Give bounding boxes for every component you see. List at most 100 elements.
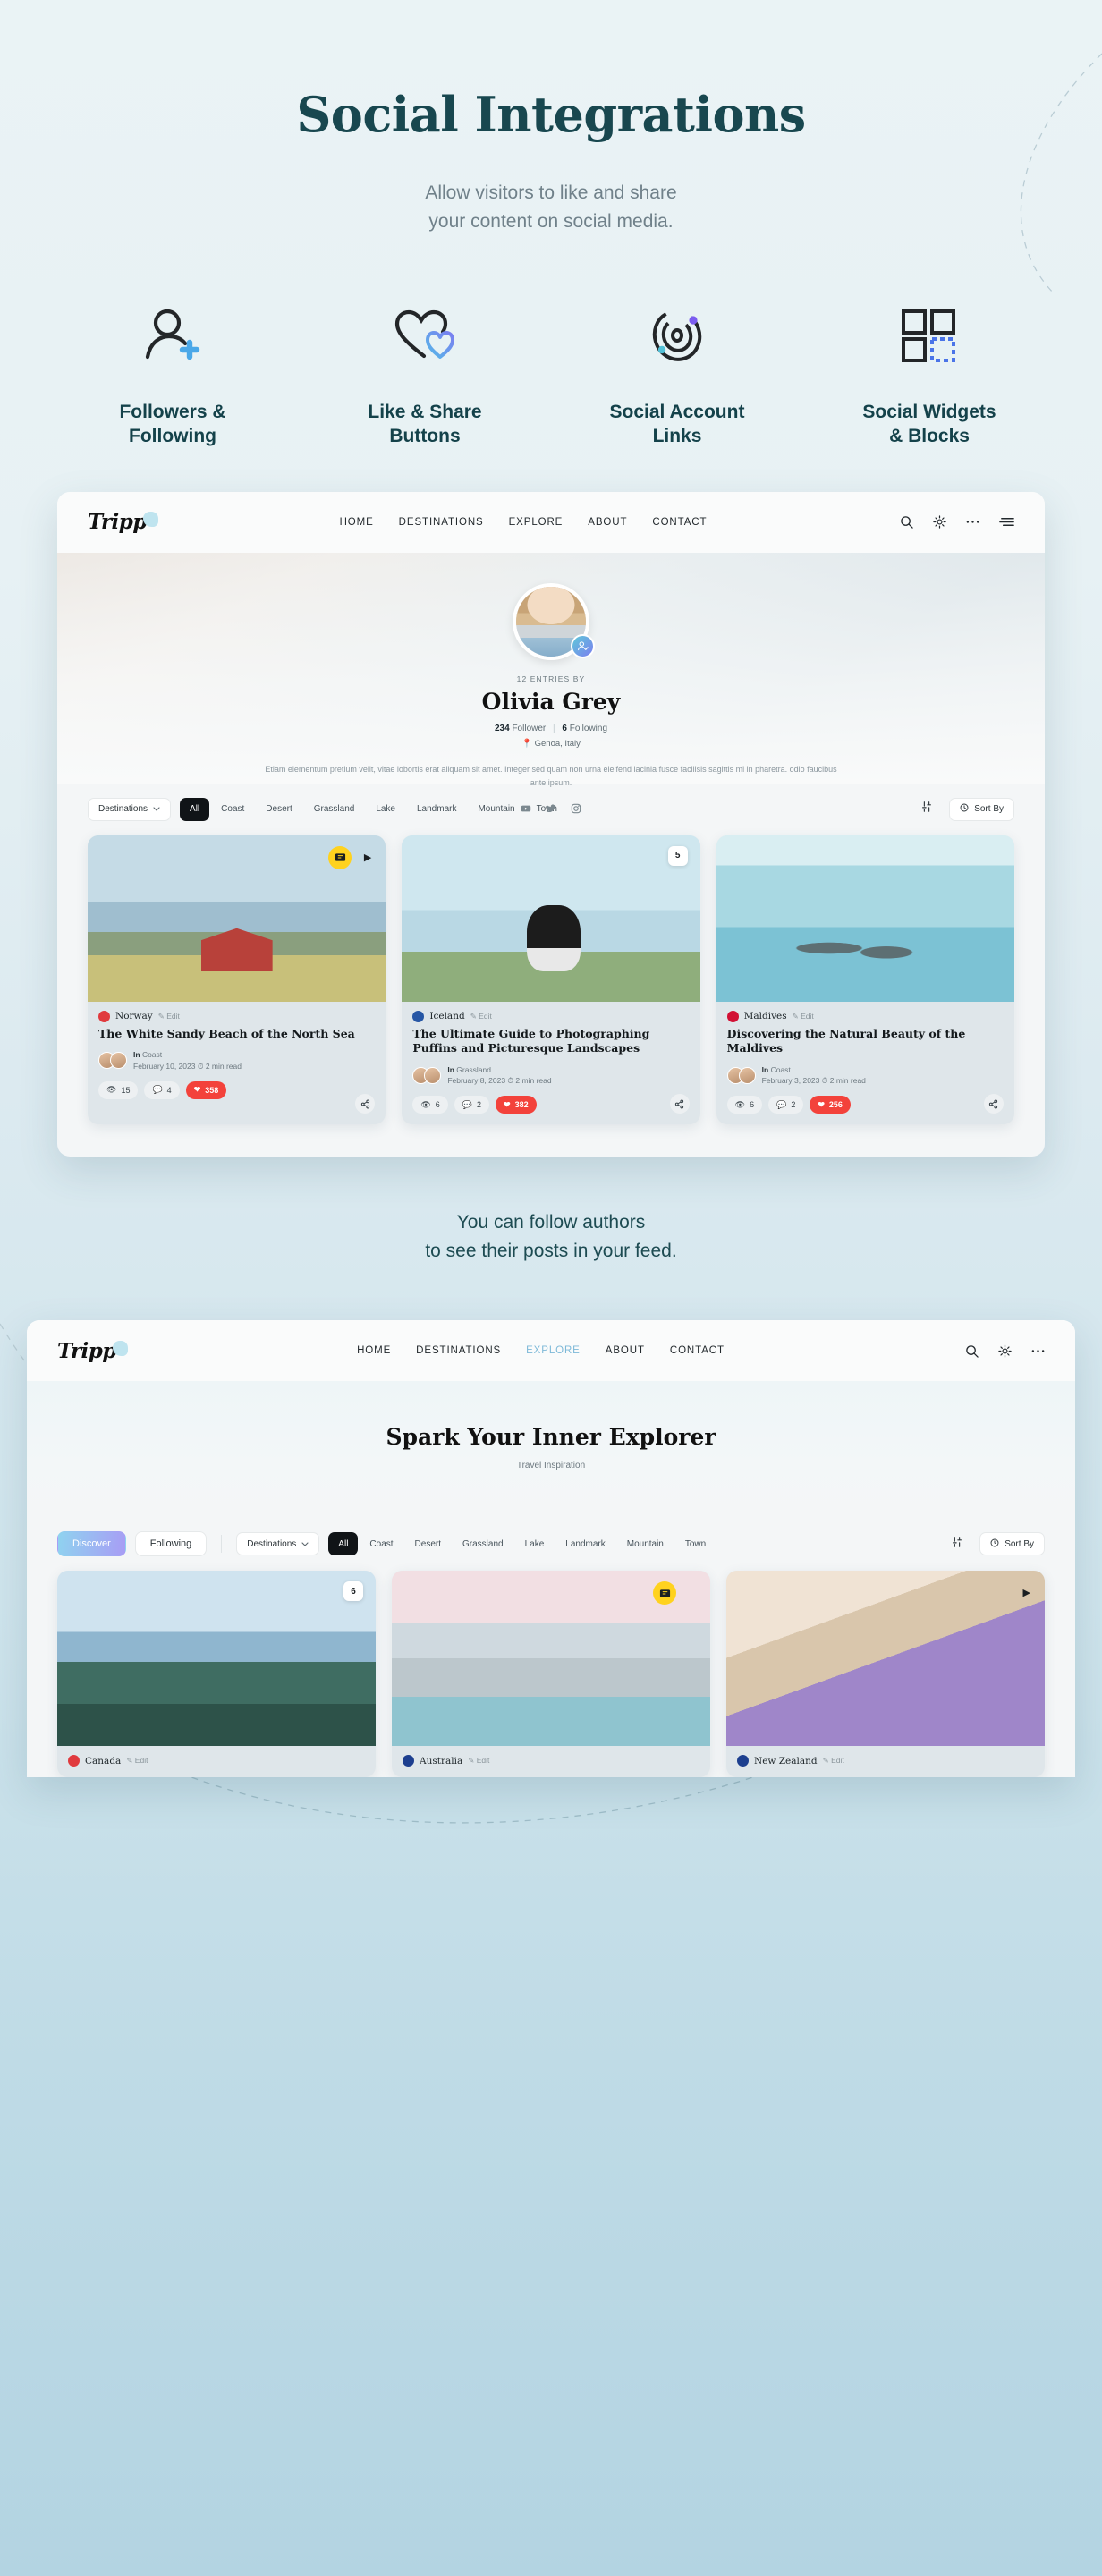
- country-flag-icon: [68, 1755, 80, 1767]
- mock2-chip-mountain[interactable]: Mountain: [617, 1532, 674, 1555]
- card-photo: ▶: [726, 1571, 1045, 1747]
- card-category[interactable]: Coast: [771, 1065, 791, 1074]
- mock2-navbar: Tripp HOME DESTINATIONS EXPLORE ABOUT CONTAC…: [27, 1320, 1075, 1382]
- article-card[interactable]: Maldives ✎ Edit Discovering the Natural Be…: [716, 835, 1014, 1125]
- tab-discover[interactable]: Discover: [57, 1531, 126, 1557]
- youtube-icon[interactable]: [521, 802, 531, 818]
- mock2-chip-all[interactable]: All: [328, 1532, 359, 1556]
- article-card[interactable]: ▶ New Zealand ✎ Edit: [726, 1571, 1045, 1778]
- edit-button[interactable]: ✎ Edit: [126, 1756, 148, 1766]
- mock2-category-chips: All Coast Desert Grassland Lake Landmark Mount…: [328, 1532, 716, 1556]
- mock2-chip-landmark[interactable]: Landmark: [555, 1532, 615, 1555]
- country-flag-icon: [403, 1755, 414, 1767]
- caption-line-2: to see their posts in your feed.: [425, 1240, 677, 1261]
- feature-followers-following[interactable]: Followers & Following: [47, 300, 299, 449]
- likes-stat[interactable]: ❤ 256: [810, 1096, 851, 1114]
- destinations-dropdown[interactable]: Destinations: [236, 1532, 320, 1556]
- feature-list: Followers & Following Like & Share Butto…: [0, 300, 1102, 449]
- views-stat[interactable]: 👁 6: [412, 1096, 448, 1114]
- card-country-row: Norway ✎ Edit: [98, 1010, 375, 1022]
- ticket-badge-icon[interactable]: [653, 1581, 676, 1606]
- mock1-article-grid: ▶ Norway ✎ Edit The White Sandy Beach of th…: [57, 835, 1045, 1157]
- feature-social-account-links[interactable]: Social Account Links: [551, 300, 803, 449]
- edit-button[interactable]: ✎ Edit: [793, 1012, 814, 1021]
- tab-following[interactable]: Following: [134, 1531, 208, 1557]
- instagram-icon[interactable]: [571, 802, 581, 818]
- edit-button[interactable]: ✎ Edit: [470, 1012, 492, 1021]
- menu-icon[interactable]: [999, 516, 1014, 528]
- ticket-badge-icon[interactable]: [328, 845, 352, 869]
- hero-subtitle: Travel Inspiration: [516, 1461, 586, 1471]
- more-dots-icon[interactable]: [1031, 1349, 1045, 1353]
- mock2-nav-about[interactable]: ABOUT: [606, 1345, 645, 1356]
- clock-icon: [990, 1538, 999, 1550]
- mock1-nav-explore[interactable]: EXPLORE: [509, 517, 564, 528]
- comments-stat[interactable]: 💬 4: [144, 1080, 180, 1099]
- likes-stat[interactable]: ❤ 382: [496, 1096, 537, 1114]
- brand-logo[interactable]: Tripp: [88, 510, 158, 534]
- sort-by-button[interactable]: Sort By: [979, 1532, 1045, 1556]
- card-date: February 8, 2023: [447, 1076, 506, 1086]
- follow-user-badge-icon[interactable]: [571, 633, 595, 658]
- mock2-nav-explore[interactable]: EXPLORE: [526, 1345, 581, 1356]
- country-name: Australia: [420, 1755, 463, 1767]
- card-body: New Zealand ✎ Edit: [726, 1746, 1045, 1777]
- comments-stat[interactable]: 💬 2: [768, 1096, 804, 1114]
- mock1-nav-destinations[interactable]: DESTINATIONS: [399, 517, 484, 528]
- mock2-chip-lake[interactable]: Lake: [515, 1532, 555, 1555]
- theme-sun-icon[interactable]: [933, 515, 946, 529]
- country-name: Canada: [85, 1755, 122, 1767]
- search-icon[interactable]: [900, 515, 913, 529]
- card-photo: [392, 1571, 710, 1747]
- article-card[interactable]: Australia ✎ Edit: [392, 1571, 710, 1778]
- mock2-chip-grassland[interactable]: Grassland: [453, 1532, 513, 1555]
- search-icon[interactable]: [965, 1344, 979, 1358]
- author-avatar: [110, 1052, 127, 1070]
- likes-count: 358: [205, 1085, 219, 1095]
- mock2-nav-home[interactable]: HOME: [357, 1345, 391, 1356]
- brand-logo[interactable]: Tripp: [57, 1339, 128, 1363]
- card-photo: 5: [402, 835, 700, 1002]
- card-category[interactable]: Grassland: [456, 1065, 491, 1074]
- mock1-nav-home[interactable]: HOME: [340, 517, 374, 528]
- feature-label: Like & Share Buttons: [368, 402, 482, 447]
- mock2-chip-town[interactable]: Town: [675, 1532, 716, 1555]
- browser-mock-explore: Tripp HOME DESTINATIONS EXPLORE ABOUT CONTAC…: [27, 1320, 1075, 1778]
- profile-meta: 12 ENTRIES BY Olivia Grey 234 Follower |…: [57, 674, 1045, 819]
- comments-count: 4: [166, 1085, 172, 1095]
- mock2-chip-coast[interactable]: Coast: [360, 1532, 403, 1555]
- article-card[interactable]: ▶ Norway ✎ Edit The White Sandy Beach of th…: [88, 835, 386, 1125]
- mock1-nav-about[interactable]: ABOUT: [588, 517, 627, 528]
- play-icon[interactable]: ▶: [364, 852, 371, 863]
- mock2-nav-contact[interactable]: CONTACT: [670, 1345, 725, 1356]
- play-icon[interactable]: ▶: [1023, 1587, 1030, 1598]
- feature-like-share-buttons[interactable]: Like & Share Buttons: [299, 300, 551, 449]
- comments-stat[interactable]: 💬 2: [454, 1096, 490, 1114]
- card-category[interactable]: Coast: [142, 1050, 162, 1059]
- article-card[interactable]: 5 Iceland ✎ Edit The Ultimate Guide to Phot…: [402, 835, 700, 1125]
- views-stat[interactable]: 👁 15: [98, 1080, 139, 1099]
- hero-title: Spark Your Inner Explorer: [386, 1424, 716, 1451]
- theme-sun-icon[interactable]: [998, 1343, 1012, 1358]
- likes-stat[interactable]: ❤ 358: [185, 1080, 227, 1099]
- author-avatars: [412, 1066, 442, 1084]
- article-card[interactable]: 6 Canada ✎ Edit: [57, 1571, 376, 1778]
- filter-sliders-icon[interactable]: [951, 1536, 963, 1553]
- views-stat[interactable]: 👁 6: [726, 1096, 763, 1114]
- browser-mock-profile: Tripp HOME DESTINATIONS EXPLORE ABOUT CONTAC…: [57, 491, 1045, 1157]
- twitter-icon[interactable]: [546, 802, 556, 818]
- edit-button[interactable]: ✎ Edit: [468, 1756, 489, 1766]
- avatar[interactable]: [513, 582, 595, 660]
- author-avatars: [98, 1052, 127, 1070]
- widget-blocks-icon: [803, 300, 1055, 371]
- share-button[interactable]: [355, 1094, 376, 1114]
- mock2-chip-desert[interactable]: Desert: [405, 1532, 451, 1555]
- share-button[interactable]: [669, 1094, 690, 1114]
- feature-social-widgets-blocks[interactable]: Social Widgets & Blocks: [803, 300, 1055, 449]
- share-button[interactable]: [983, 1094, 1004, 1114]
- edit-button[interactable]: ✎ Edit: [158, 1012, 180, 1021]
- more-dots-icon[interactable]: [966, 520, 979, 524]
- mock2-nav-destinations[interactable]: DESTINATIONS: [416, 1345, 501, 1356]
- mock1-nav-contact[interactable]: CONTACT: [652, 517, 707, 528]
- edit-button[interactable]: ✎ Edit: [823, 1756, 844, 1766]
